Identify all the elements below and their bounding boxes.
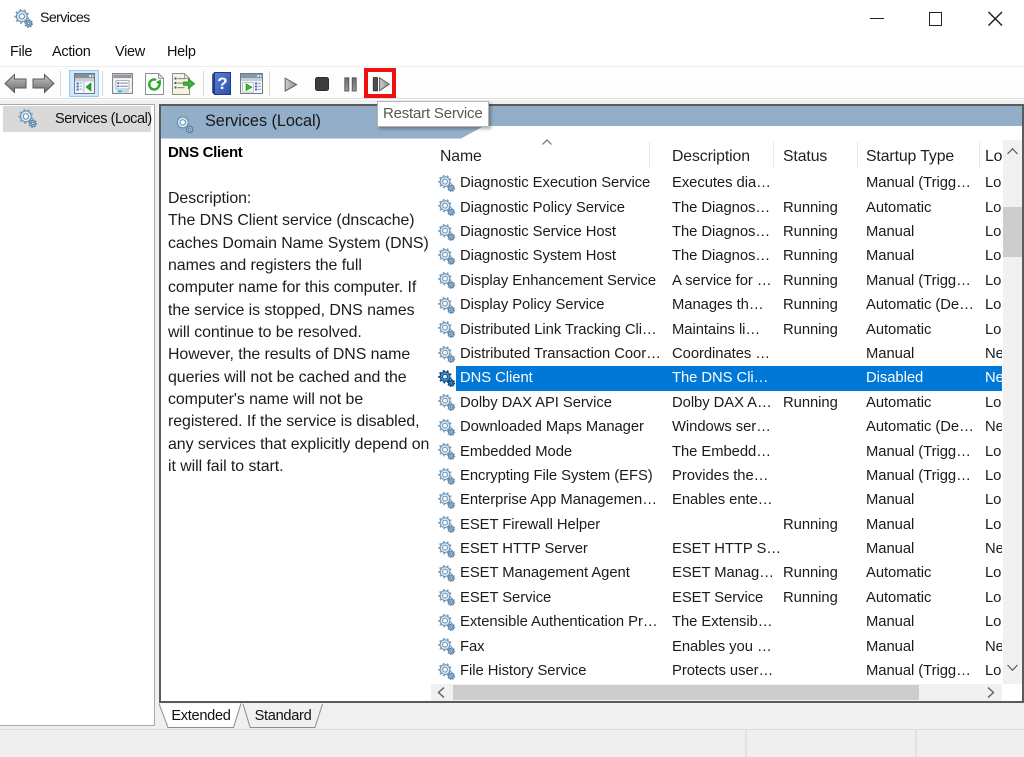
svg-text:?: ? [217, 74, 227, 93]
